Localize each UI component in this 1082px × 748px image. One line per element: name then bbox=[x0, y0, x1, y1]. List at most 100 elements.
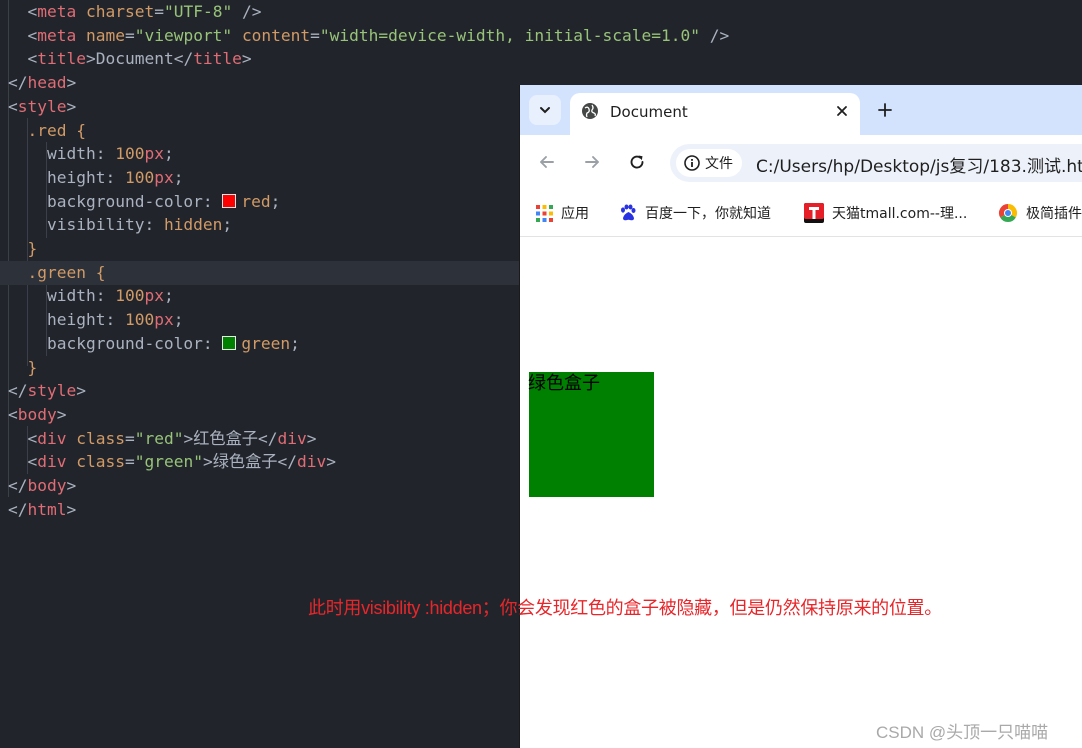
close-icon bbox=[837, 106, 847, 116]
tab-search-button[interactable] bbox=[529, 95, 561, 125]
code-token: green bbox=[241, 333, 291, 353]
code-token: < bbox=[8, 96, 18, 116]
code-token: "green" bbox=[134, 452, 203, 472]
code-token: } bbox=[27, 357, 38, 377]
code-token: >红色盒子</ bbox=[183, 428, 278, 448]
reload-icon bbox=[630, 155, 644, 169]
bookmark-label: 天猫tmall.com--理... bbox=[832, 206, 968, 222]
code-line: width: 100px; bbox=[0, 284, 527, 308]
code-token: /> bbox=[232, 2, 262, 21]
reload-button[interactable] bbox=[624, 149, 650, 175]
code-token: ; bbox=[290, 333, 300, 353]
site-info-label: 文件 bbox=[705, 156, 733, 172]
bookmark-baidu[interactable]: 百度一下，你就知道 bbox=[619, 202, 771, 224]
code-token: ; bbox=[222, 215, 233, 235]
code-line: } bbox=[0, 237, 527, 261]
code-token: > bbox=[66, 499, 77, 519]
code-token: px bbox=[144, 286, 164, 306]
code-token: hidden bbox=[163, 215, 223, 235]
browser-toolbar: 文件 C:/Users/hp/Desktop/js复习/183.测试.ht bbox=[520, 135, 1082, 191]
arrow-right-icon bbox=[585, 156, 599, 168]
color-swatch[interactable] bbox=[222, 193, 237, 208]
code-line: background-color: green; bbox=[0, 332, 527, 356]
code-line: <div class="red">红色盒子</div> bbox=[0, 427, 527, 451]
code-token: html bbox=[27, 499, 67, 519]
code-token: > bbox=[66, 476, 77, 495]
code-token: < bbox=[27, 25, 38, 45]
bookmark-tmall[interactable]: 天猫tmall.com--理... bbox=[804, 202, 967, 224]
code-token: div bbox=[37, 428, 67, 448]
new-tab-button[interactable] bbox=[872, 97, 898, 123]
url-text[interactable]: C:/Users/hp/Desktop/js复习/183.测试.ht bbox=[756, 152, 1082, 177]
code-line: </body> bbox=[0, 474, 527, 498]
code-token: >绿色盒子</ bbox=[202, 452, 297, 472]
code-line: <title>Document</title> bbox=[0, 47, 527, 71]
address-bar[interactable]: 文件 C:/Users/hp/Desktop/js复习/183.测试.ht bbox=[670, 144, 1082, 182]
bookmark-label: 极简插件 bbox=[1026, 206, 1082, 222]
code-token: ; bbox=[270, 191, 281, 211]
tab-close-button[interactable] bbox=[832, 101, 852, 121]
code-token: 100 bbox=[115, 286, 145, 306]
info-icon bbox=[684, 155, 700, 171]
code-token: height: bbox=[8, 167, 125, 187]
code-token: { bbox=[95, 262, 106, 282]
code-token: > bbox=[56, 404, 67, 424]
code-token: > bbox=[66, 73, 77, 93]
code-line: </head> bbox=[0, 71, 527, 95]
bookmark-label: 百度一下，你就知道 bbox=[645, 206, 771, 222]
code-token: background-color: bbox=[8, 333, 223, 353]
code-token: "UTF-8" bbox=[163, 2, 233, 21]
code-token: "viewport" bbox=[134, 25, 233, 45]
code-token: = bbox=[124, 25, 135, 45]
arrow-left-icon bbox=[540, 156, 554, 168]
code-line: background-color: red; bbox=[0, 190, 527, 214]
forward-button[interactable] bbox=[579, 149, 605, 175]
code-token: } bbox=[27, 239, 38, 258]
code-token: height: bbox=[8, 310, 125, 330]
tmall-icon bbox=[804, 203, 824, 223]
code-line: height: 100px; bbox=[0, 166, 527, 190]
code-token: ; bbox=[163, 286, 174, 306]
code-token: width: bbox=[8, 286, 116, 306]
code-token: px bbox=[154, 310, 174, 330]
code-token: </ bbox=[8, 476, 28, 495]
code-token: .green bbox=[27, 262, 86, 282]
code-token: = bbox=[124, 452, 135, 472]
code-token: < bbox=[27, 2, 38, 21]
code-token: title bbox=[37, 49, 86, 69]
code-token: ; bbox=[173, 310, 184, 330]
code-line: </html> bbox=[0, 498, 527, 522]
code-token: < bbox=[27, 49, 38, 69]
code-token: 100 bbox=[124, 167, 155, 187]
code-token: < bbox=[8, 428, 38, 448]
page-viewport: 绿色盒子 bbox=[520, 237, 1082, 748]
bookmark-extension[interactable]: 极简插件 bbox=[998, 202, 1082, 224]
code-token: width: bbox=[8, 144, 116, 164]
code-token: title bbox=[193, 49, 242, 69]
code-token: { bbox=[76, 120, 86, 140]
code-token: visibility: bbox=[8, 215, 164, 235]
site-info-button[interactable]: 文件 bbox=[676, 149, 742, 177]
bookmark-label: 应用 bbox=[561, 206, 589, 222]
back-button[interactable] bbox=[534, 149, 560, 175]
code-token: style bbox=[27, 381, 77, 401]
browser-window: Document 文件 C:/Users/hp/Desktop/js复习/183… bbox=[519, 85, 1082, 748]
bookmark-apps[interactable]: 应用 bbox=[536, 202, 589, 224]
code-line: <div class="green">绿色盒子</div> bbox=[0, 450, 527, 474]
annotation-text: 此时用visibility :hidden；你会发现红色的盒子被隐藏，但是仍然保… bbox=[308, 598, 942, 618]
code-line: height: 100px; bbox=[0, 308, 527, 332]
code-token: style bbox=[17, 96, 67, 116]
code-line: .green { bbox=[0, 260, 527, 285]
globe-icon bbox=[582, 103, 598, 119]
color-swatch[interactable] bbox=[222, 335, 237, 350]
tab-title: Document bbox=[610, 103, 688, 121]
tab-document[interactable]: Document bbox=[570, 93, 860, 135]
